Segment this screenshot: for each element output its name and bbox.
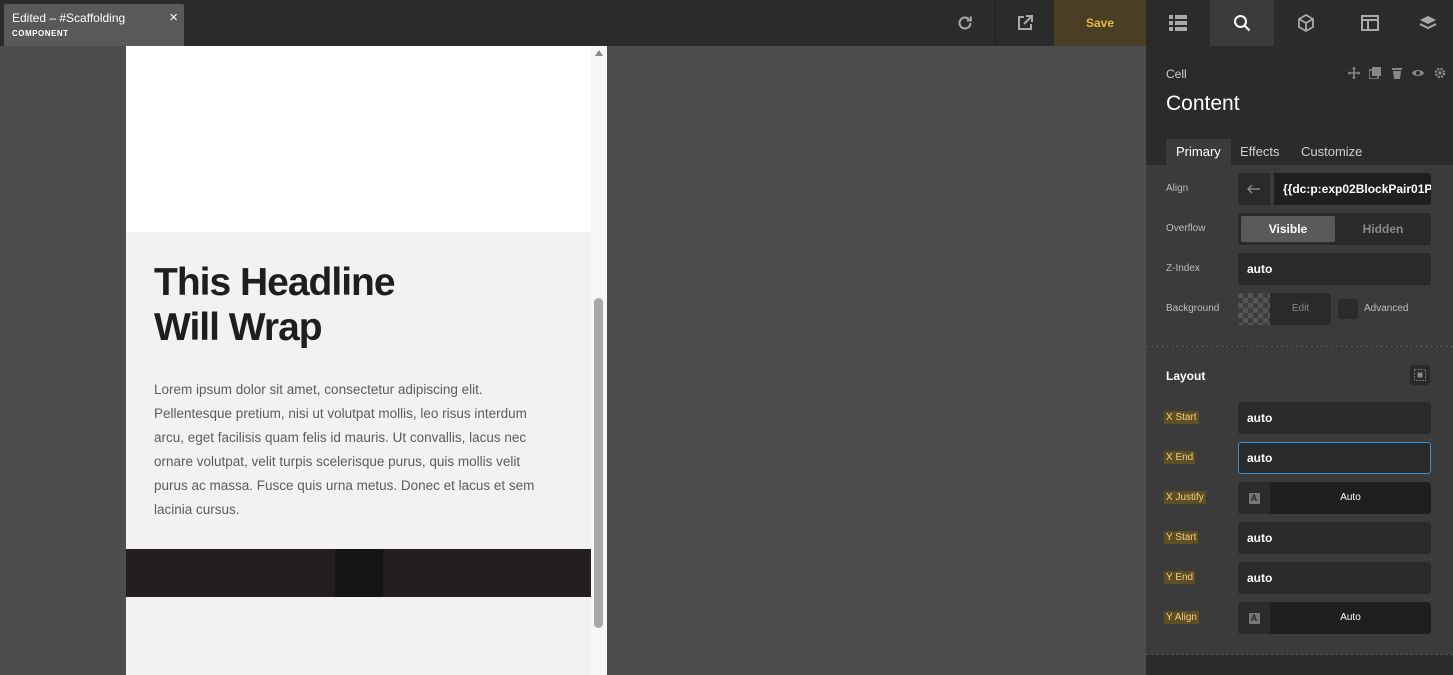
primary-section: Align {{dc:p:exp02BlockPair01P Overflow …: [1146, 165, 1453, 346]
text-icon: A: [1248, 492, 1260, 504]
x-end-label: X End: [1164, 451, 1196, 464]
open-external-button[interactable]: [996, 0, 1054, 46]
layers-icon: [1419, 16, 1436, 30]
preview-canvas[interactable]: This Headline Will Wrap Lorem ipsum dolo…: [126, 46, 607, 675]
arrow-left-icon: [1247, 184, 1260, 194]
preview-scrollbar[interactable]: [591, 46, 607, 675]
tab-subtitle: COMPONENT: [12, 29, 69, 38]
move-icon[interactable]: [1348, 67, 1360, 79]
y-start-label: Y Start: [1164, 531, 1199, 544]
overflow-visible-option[interactable]: Visible: [1241, 216, 1335, 242]
x-end-input[interactable]: auto: [1238, 442, 1431, 474]
align-back-button[interactable]: [1238, 173, 1270, 205]
outline-button[interactable]: [1146, 0, 1210, 46]
zindex-input[interactable]: auto: [1238, 253, 1431, 285]
section-divider: [1146, 654, 1453, 655]
y-align-label: Y Align: [1164, 611, 1199, 624]
align-label: Align: [1166, 183, 1189, 194]
x-start-input[interactable]: auto: [1238, 402, 1431, 434]
layout-icon: [1361, 15, 1379, 31]
hero-image-area: [126, 46, 591, 232]
gear-icon[interactable]: [1434, 67, 1446, 79]
cube-icon: [1298, 14, 1314, 32]
element-title: Content: [1166, 92, 1240, 115]
y-align-text-button[interactable]: A: [1238, 602, 1270, 634]
advanced-checkbox[interactable]: [1338, 299, 1358, 319]
x-start-label: X Start: [1164, 411, 1199, 424]
scroll-thumb[interactable]: [594, 298, 603, 628]
scroll-up-arrow-icon[interactable]: [595, 50, 603, 56]
y-end-input[interactable]: auto: [1238, 562, 1431, 594]
layout-section: Layout X Start auto X End auto X Justify…: [1146, 347, 1453, 654]
tab-title: Edited – #Scaffolding: [12, 11, 126, 25]
text-icon: A: [1248, 612, 1260, 624]
inspector-search-button[interactable]: [1210, 0, 1274, 46]
element-kind: Cell: [1166, 67, 1187, 81]
layout-grid-button[interactable]: [1410, 365, 1430, 385]
layout-title: Layout: [1166, 369, 1206, 383]
elements-button[interactable]: [1274, 0, 1338, 46]
inspector-panel: Cell Content Primary Effects Customize A…: [1146, 46, 1453, 675]
templates-button[interactable]: [1338, 0, 1402, 46]
zindex-label: Z-Index: [1166, 263, 1200, 274]
inspector-header: Cell Content Primary Effects Customize: [1146, 46, 1453, 165]
headline: This Headline Will Wrap: [154, 260, 396, 350]
headline-line-1: This Headline: [154, 261, 396, 304]
refresh-button[interactable]: [935, 0, 995, 46]
content-cell[interactable]: This Headline Will Wrap Lorem ipsum dolo…: [126, 232, 591, 549]
save-button[interactable]: Save: [1054, 0, 1146, 46]
x-justify-label: X Justify: [1164, 491, 1206, 504]
overflow-label: Overflow: [1166, 223, 1206, 234]
advanced-label: Advanced: [1364, 303, 1409, 314]
overflow-toggle: Visible Hidden: [1238, 213, 1431, 245]
refresh-icon: [958, 16, 972, 30]
y-end-label: Y End: [1164, 571, 1196, 584]
x-justify-select[interactable]: Auto: [1270, 482, 1431, 514]
list-icon: [1169, 15, 1187, 31]
external-link-icon: [1018, 15, 1033, 30]
background-swatch[interactable]: [1238, 293, 1270, 325]
dark-band-block: [335, 549, 383, 597]
tab-customize[interactable]: Customize: [1291, 139, 1372, 165]
y-align-select[interactable]: Auto: [1270, 602, 1431, 634]
delete-icon[interactable]: [1391, 67, 1403, 79]
layers-button[interactable]: [1402, 0, 1453, 46]
top-toolbar: Edited – #Scaffolding COMPONENT × Save: [0, 0, 1453, 46]
selection-grid-icon: [1414, 369, 1426, 381]
lower-section: [126, 597, 591, 675]
eye-icon[interactable]: [1412, 67, 1424, 79]
tab-primary[interactable]: Primary: [1166, 139, 1231, 165]
align-input[interactable]: {{dc:p:exp02BlockPair01P: [1274, 173, 1431, 205]
tab-effects[interactable]: Effects: [1230, 139, 1290, 165]
document-tab[interactable]: Edited – #Scaffolding COMPONENT ×: [4, 4, 184, 46]
x-justify-text-button[interactable]: A: [1238, 482, 1270, 514]
search-icon: [1234, 15, 1251, 32]
dark-band: [126, 549, 591, 597]
duplicate-icon[interactable]: [1369, 67, 1381, 79]
headline-line-2: Will Wrap: [154, 306, 323, 349]
y-start-input[interactable]: auto: [1238, 522, 1431, 554]
close-icon[interactable]: ×: [169, 10, 178, 25]
background-edit-button[interactable]: Edit: [1270, 293, 1331, 325]
overflow-hidden-option[interactable]: Hidden: [1338, 216, 1428, 242]
background-label: Background: [1166, 303, 1220, 314]
body-paragraph: Lorem ipsum dolor sit amet, consectetur …: [154, 382, 535, 517]
